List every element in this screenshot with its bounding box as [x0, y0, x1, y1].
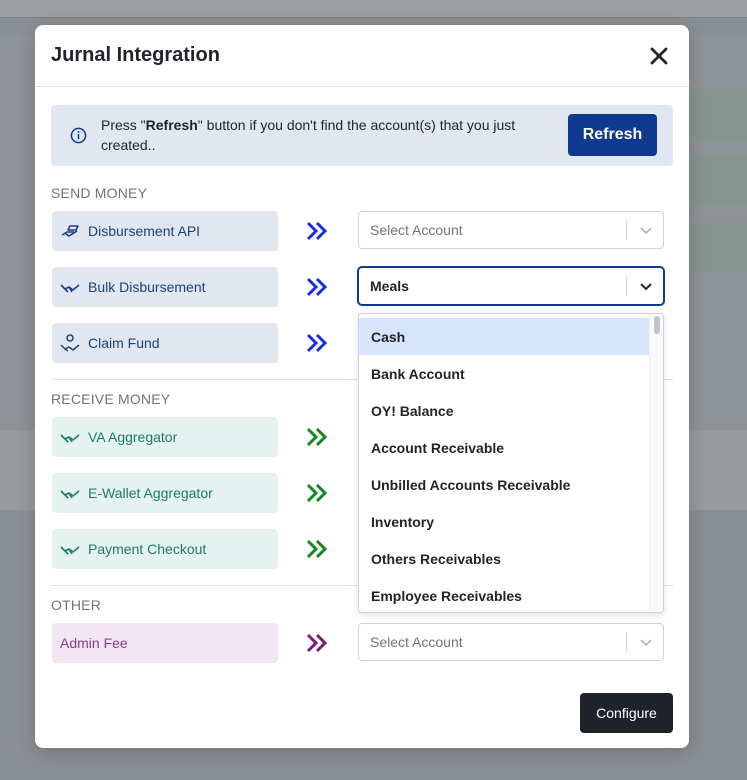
chevron-down-icon [640, 283, 652, 291]
jurnal-integration-modal: Jurnal Integration Press "Refresh" butto… [35, 25, 689, 748]
source-label: Claim Fund [88, 335, 160, 351]
double-chevron-right-icon [306, 277, 328, 297]
modal-header: Jurnal Integration [35, 25, 689, 87]
source-payment-checkout: Payment Checkout [52, 529, 278, 569]
account-select-bulk-disbursement[interactable]: Meals [358, 267, 664, 305]
double-chevron-right-icon [306, 539, 328, 559]
handshake-icon [52, 542, 88, 556]
hand-coin-icon [52, 334, 88, 352]
handshake-icon [52, 486, 88, 500]
chevron-down-icon [640, 227, 652, 235]
double-chevron-right-icon [306, 427, 328, 447]
double-chevron-right-icon [306, 633, 328, 653]
handshake-icon [52, 280, 88, 294]
source-label: Bulk Disbursement [88, 279, 206, 295]
account-select-admin-fee[interactable]: Select Account [358, 623, 664, 661]
section-send-money: SEND MONEY [51, 185, 148, 201]
dropdown-option[interactable]: Others Receivables [359, 540, 650, 577]
double-chevron-right-icon [306, 483, 328, 503]
alert-message: Press "Refresh" button if you don't find… [101, 117, 516, 153]
select-value: Select Account [370, 222, 463, 238]
source-e-wallet-aggregator: E-Wallet Aggregator [52, 473, 278, 513]
source-va-aggregator: VA Aggregator [52, 417, 278, 457]
double-chevron-right-icon [306, 333, 328, 353]
source-claim-fund: Claim Fund [52, 323, 278, 363]
account-select-disbursement-api[interactable]: Select Account [358, 211, 664, 249]
source-admin-fee: Admin Fee [52, 623, 278, 663]
dropdown-option[interactable]: Inventory [359, 503, 650, 540]
hand-money-icon [52, 224, 88, 238]
refresh-button[interactable]: Refresh [568, 114, 657, 156]
close-icon [650, 47, 668, 64]
close-button[interactable] [645, 42, 673, 70]
source-label: Admin Fee [60, 635, 128, 651]
configure-button[interactable]: Configure [580, 693, 673, 733]
source-label: VA Aggregator [88, 429, 178, 445]
select-value: Meals [370, 278, 409, 294]
dropdown-option[interactable]: OY! Balance [359, 392, 650, 429]
source-label: Disbursement API [88, 223, 201, 239]
section-receive-money: RECEIVE MONEY [51, 391, 171, 407]
handshake-icon [52, 430, 88, 444]
dropdown-option[interactable]: Unbilled Accounts Receivable [359, 466, 650, 503]
double-chevron-right-icon [306, 221, 328, 241]
source-label: Payment Checkout [88, 541, 207, 557]
dropdown-option[interactable]: Account Receivable [359, 429, 650, 466]
chevron-down-icon [640, 639, 652, 647]
info-icon [70, 127, 87, 144]
dropdown-option[interactable]: Bank Account [359, 355, 650, 392]
dropdown-option[interactable]: Employee Receivables [359, 577, 650, 612]
dropdown-scrollbar[interactable] [649, 314, 663, 612]
source-bulk-disbursement: Bulk Disbursement [52, 267, 278, 307]
source-disbursement-api: Disbursement API [52, 211, 278, 251]
modal-title: Jurnal Integration [51, 44, 220, 66]
account-dropdown-menu: Cash Bank Account OY! Balance Account Re… [358, 313, 664, 613]
refresh-alert: Press "Refresh" button if you don't find… [51, 105, 673, 166]
dropdown-option[interactable]: Cash [359, 318, 650, 355]
section-other: OTHER [51, 597, 101, 613]
select-value: Select Account [370, 634, 463, 650]
source-label: E-Wallet Aggregator [88, 485, 213, 501]
scrollbar-thumb[interactable] [654, 316, 660, 334]
